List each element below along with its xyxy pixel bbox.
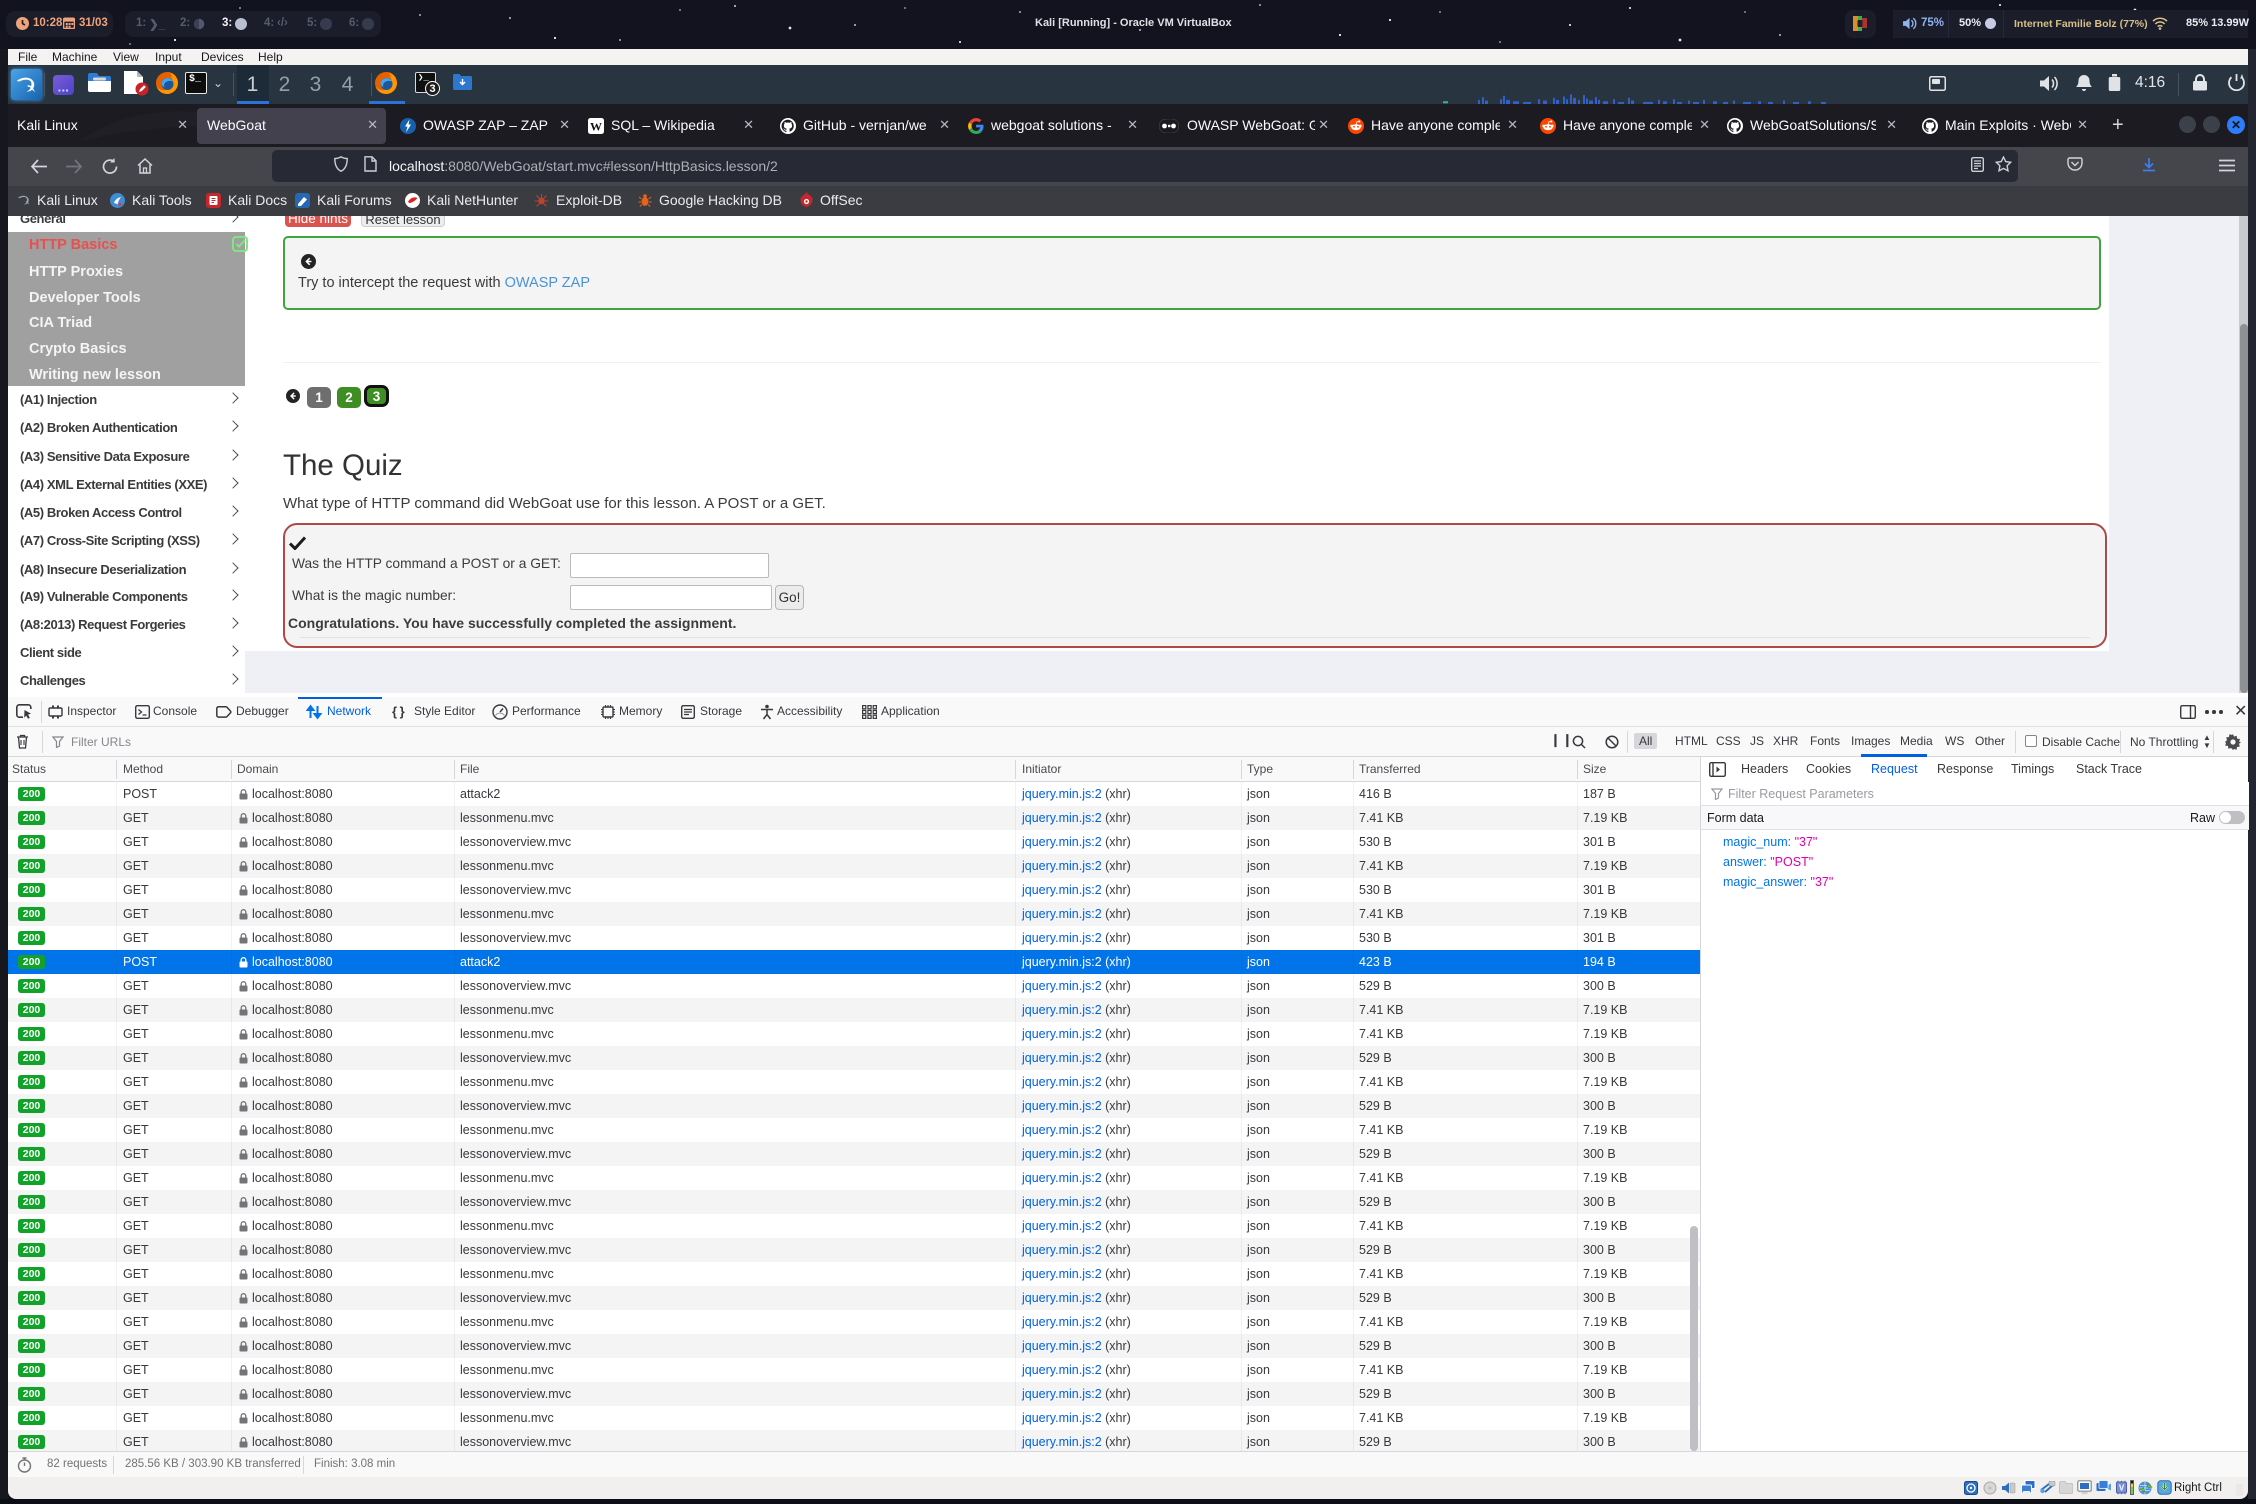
svg-text:V: V [2119, 1484, 2125, 1493]
svg-text:W: W [590, 120, 602, 134]
